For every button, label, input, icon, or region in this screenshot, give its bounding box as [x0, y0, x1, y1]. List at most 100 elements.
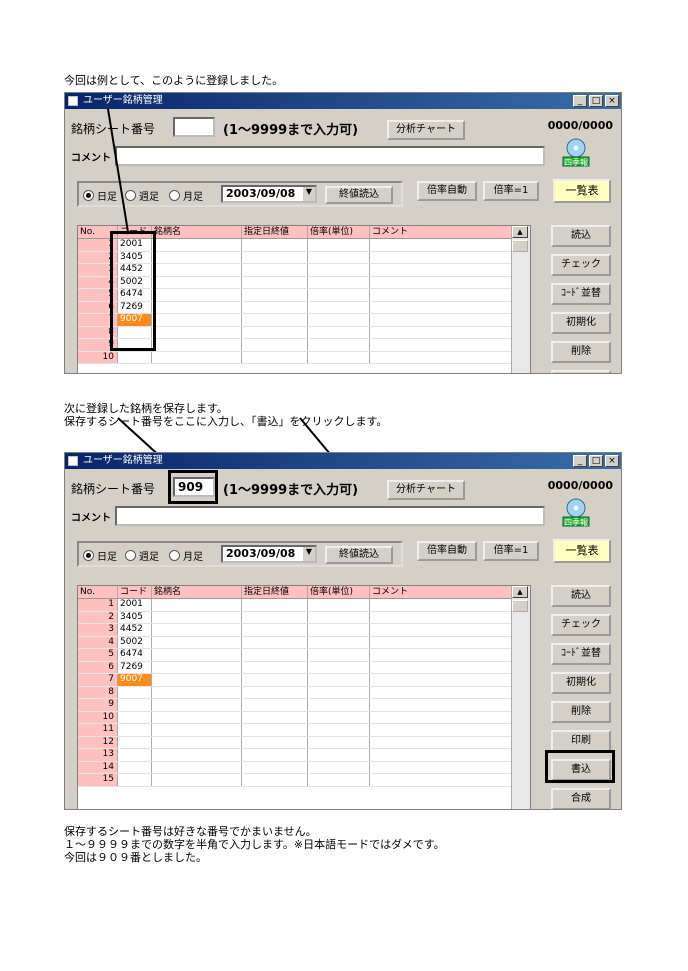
name-cell[interactable]	[152, 736, 242, 748]
print-button[interactable]: 印刷	[551, 730, 611, 752]
name-cell[interactable]	[152, 636, 242, 648]
close-cell[interactable]	[242, 674, 308, 686]
table-row[interactable]: 8	[78, 686, 530, 699]
name-cell[interactable]	[152, 749, 242, 761]
ratio-cell[interactable]	[308, 674, 370, 686]
code-cell[interactable]	[118, 724, 152, 736]
name-cell[interactable]	[152, 624, 242, 636]
date-select[interactable]: 2003/09/08 ▼	[221, 545, 317, 563]
table-row[interactable]: 12	[78, 736, 530, 749]
comment-cell[interactable]	[370, 611, 530, 623]
list-button[interactable]: 一覧表	[553, 539, 611, 563]
close-cell[interactable]	[242, 649, 308, 661]
ratio-cell[interactable]	[308, 774, 370, 786]
analysis-chart-button[interactable]: 分析チャート	[387, 480, 465, 500]
table-row[interactable]: 5 6474	[78, 649, 530, 662]
table-row[interactable]: 9	[78, 699, 530, 712]
comment-cell[interactable]	[370, 774, 530, 786]
ratio-cell[interactable]	[308, 749, 370, 761]
scroll-up-icon[interactable]: ▲	[512, 586, 528, 598]
code-cell[interactable]	[118, 774, 152, 786]
close-cell[interactable]	[242, 724, 308, 736]
delete-button[interactable]: 削除	[551, 701, 611, 723]
ratio-cell[interactable]	[308, 686, 370, 698]
code-cell[interactable]	[118, 736, 152, 748]
comment-cell[interactable]	[370, 711, 530, 723]
read-close-button[interactable]: 終値読込	[325, 546, 393, 564]
sort-code-button[interactable]: ｺｰﾄﾞ並替	[551, 643, 611, 665]
close-cell[interactable]	[242, 749, 308, 761]
name-cell[interactable]	[152, 599, 242, 611]
comment-input[interactable]	[115, 506, 545, 526]
initialize-button[interactable]: 初期化	[551, 672, 611, 694]
close-cell[interactable]	[242, 624, 308, 636]
code-cell[interactable]: 6474	[118, 649, 152, 661]
code-cell[interactable]: 2001	[118, 599, 152, 611]
code-cell[interactable]	[118, 699, 152, 711]
code-cell[interactable]: 5002	[118, 636, 152, 648]
table-row[interactable]: 2 3405	[78, 611, 530, 624]
close-cell[interactable]	[242, 774, 308, 786]
check-button[interactable]: チェック	[551, 614, 611, 636]
table-row[interactable]: 4 5002	[78, 636, 530, 649]
chevron-down-icon[interactable]: ▼	[303, 547, 315, 561]
code-cell[interactable]: 7269	[118, 661, 152, 673]
ratio-cell[interactable]	[308, 611, 370, 623]
close-cell[interactable]	[242, 611, 308, 623]
ratio-cell[interactable]	[308, 649, 370, 661]
ratio-cell[interactable]	[308, 599, 370, 611]
close-cell[interactable]	[242, 699, 308, 711]
close-cell[interactable]	[242, 736, 308, 748]
table-row[interactable]: 7 9007	[78, 674, 530, 687]
name-cell[interactable]	[152, 661, 242, 673]
code-cell[interactable]: 9007	[118, 674, 152, 686]
comment-cell[interactable]	[370, 699, 530, 711]
ratio-cell[interactable]	[308, 711, 370, 723]
close-cell[interactable]	[242, 661, 308, 673]
comment-cell[interactable]	[370, 724, 530, 736]
ratio-cell[interactable]	[308, 636, 370, 648]
close-cell[interactable]	[242, 761, 308, 773]
ratio-cell[interactable]	[308, 761, 370, 773]
name-cell[interactable]	[152, 649, 242, 661]
comment-cell[interactable]	[370, 736, 530, 748]
table-row[interactable]: 3 4452	[78, 624, 530, 637]
name-cell[interactable]	[152, 711, 242, 723]
comment-cell[interactable]	[370, 761, 530, 773]
name-cell[interactable]	[152, 724, 242, 736]
code-cell[interactable]: 3405	[118, 611, 152, 623]
table-row[interactable]: 6 7269	[78, 661, 530, 674]
auto-ratio-button[interactable]: 倍率自動	[417, 541, 477, 561]
table-row[interactable]: 13	[78, 749, 530, 762]
code-cell[interactable]	[118, 749, 152, 761]
shikiho-cd-icon[interactable]: 四季報	[561, 497, 591, 527]
comment-cell[interactable]	[370, 636, 530, 648]
ratio-cell[interactable]	[308, 661, 370, 673]
code-cell[interactable]: 4452	[118, 624, 152, 636]
merge-button[interactable]: 合成	[551, 788, 611, 809]
comment-cell[interactable]	[370, 661, 530, 673]
name-cell[interactable]	[152, 686, 242, 698]
ratio-cell[interactable]	[308, 724, 370, 736]
radio-monthly[interactable]: 月足	[169, 548, 203, 563]
ratio-cell[interactable]	[308, 699, 370, 711]
minimize-button[interactable]: _	[573, 455, 587, 467]
close-cell[interactable]	[242, 599, 308, 611]
comment-cell[interactable]	[370, 599, 530, 611]
table-row[interactable]: 15	[78, 774, 530, 787]
close-button[interactable]: ×	[605, 455, 619, 467]
close-cell[interactable]	[242, 636, 308, 648]
name-cell[interactable]	[152, 611, 242, 623]
vertical-scrollbar[interactable]: ▲	[511, 586, 530, 809]
comment-cell[interactable]	[370, 674, 530, 686]
comment-cell[interactable]	[370, 624, 530, 636]
radio-weekly[interactable]: 週足	[125, 548, 159, 563]
code-cell[interactable]	[118, 761, 152, 773]
close-cell[interactable]	[242, 686, 308, 698]
comment-cell[interactable]	[370, 686, 530, 698]
ratio1-button[interactable]: 倍率=1	[483, 541, 539, 561]
ratio-cell[interactable]	[308, 736, 370, 748]
table-row[interactable]: 10	[78, 711, 530, 724]
name-cell[interactable]	[152, 774, 242, 786]
comment-cell[interactable]	[370, 649, 530, 661]
